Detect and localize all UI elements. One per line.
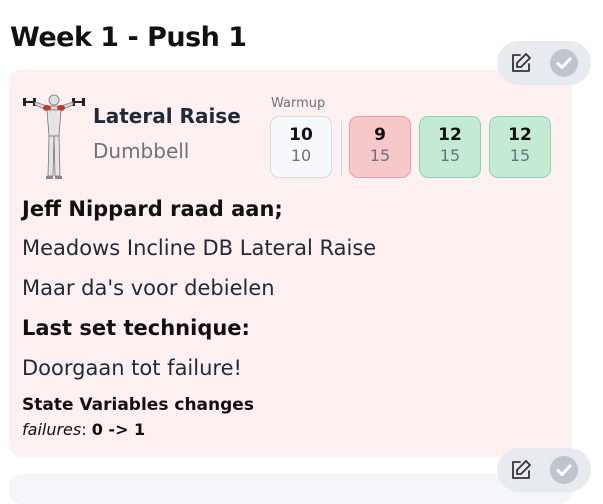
set-target: 15 (439, 146, 461, 165)
edit-icon[interactable] (509, 458, 533, 482)
set-target: 10 (290, 146, 312, 165)
notes-line: Maar da's voor debielen (22, 276, 275, 300)
warmup-label: Warmup (271, 96, 326, 111)
exercise-name[interactable]: Lateral Raise (93, 104, 241, 128)
exercise-equipment: Dumbbell (93, 139, 190, 163)
next-exercise-card (9, 474, 572, 504)
set-target: 15 (369, 146, 391, 165)
technique-heading: Last set technique: (22, 316, 250, 340)
exercise-thumbnail[interactable] (21, 90, 87, 182)
card-actions (497, 41, 591, 85)
set-button-3[interactable]: 12 15 (489, 116, 551, 178)
check-icon[interactable] (550, 456, 578, 484)
card-actions (497, 448, 591, 492)
set-reps: 9 (374, 125, 386, 145)
set-target: 15 (509, 146, 531, 165)
edit-icon[interactable] (509, 51, 533, 75)
set-reps: 10 (289, 125, 313, 145)
set-button-warmup[interactable]: 10 10 (270, 116, 332, 178)
check-icon[interactable] (550, 49, 578, 77)
warmup-divider (341, 121, 342, 175)
set-reps: 12 (508, 125, 532, 145)
page-title: Week 1 - Push 1 (10, 22, 247, 53)
set-reps: 12 (438, 125, 462, 145)
notes-line: Meadows Incline DB Lateral Raise (22, 236, 377, 260)
set-button-1[interactable]: 9 15 (349, 116, 411, 178)
state-var-name: failures (22, 420, 82, 439)
technique-line: Doorgaan tot failure! (22, 356, 242, 380)
set-button-2[interactable]: 12 15 (419, 116, 481, 178)
state-change-value: 0 -> 1 (91, 420, 146, 439)
state-changes-title: State Variables changes (22, 395, 254, 415)
state-change-line: failures: 0 -> 1 (22, 420, 145, 439)
state-separator: : (81, 420, 92, 439)
notes-heading: Jeff Nippard raad aan; (22, 197, 283, 221)
